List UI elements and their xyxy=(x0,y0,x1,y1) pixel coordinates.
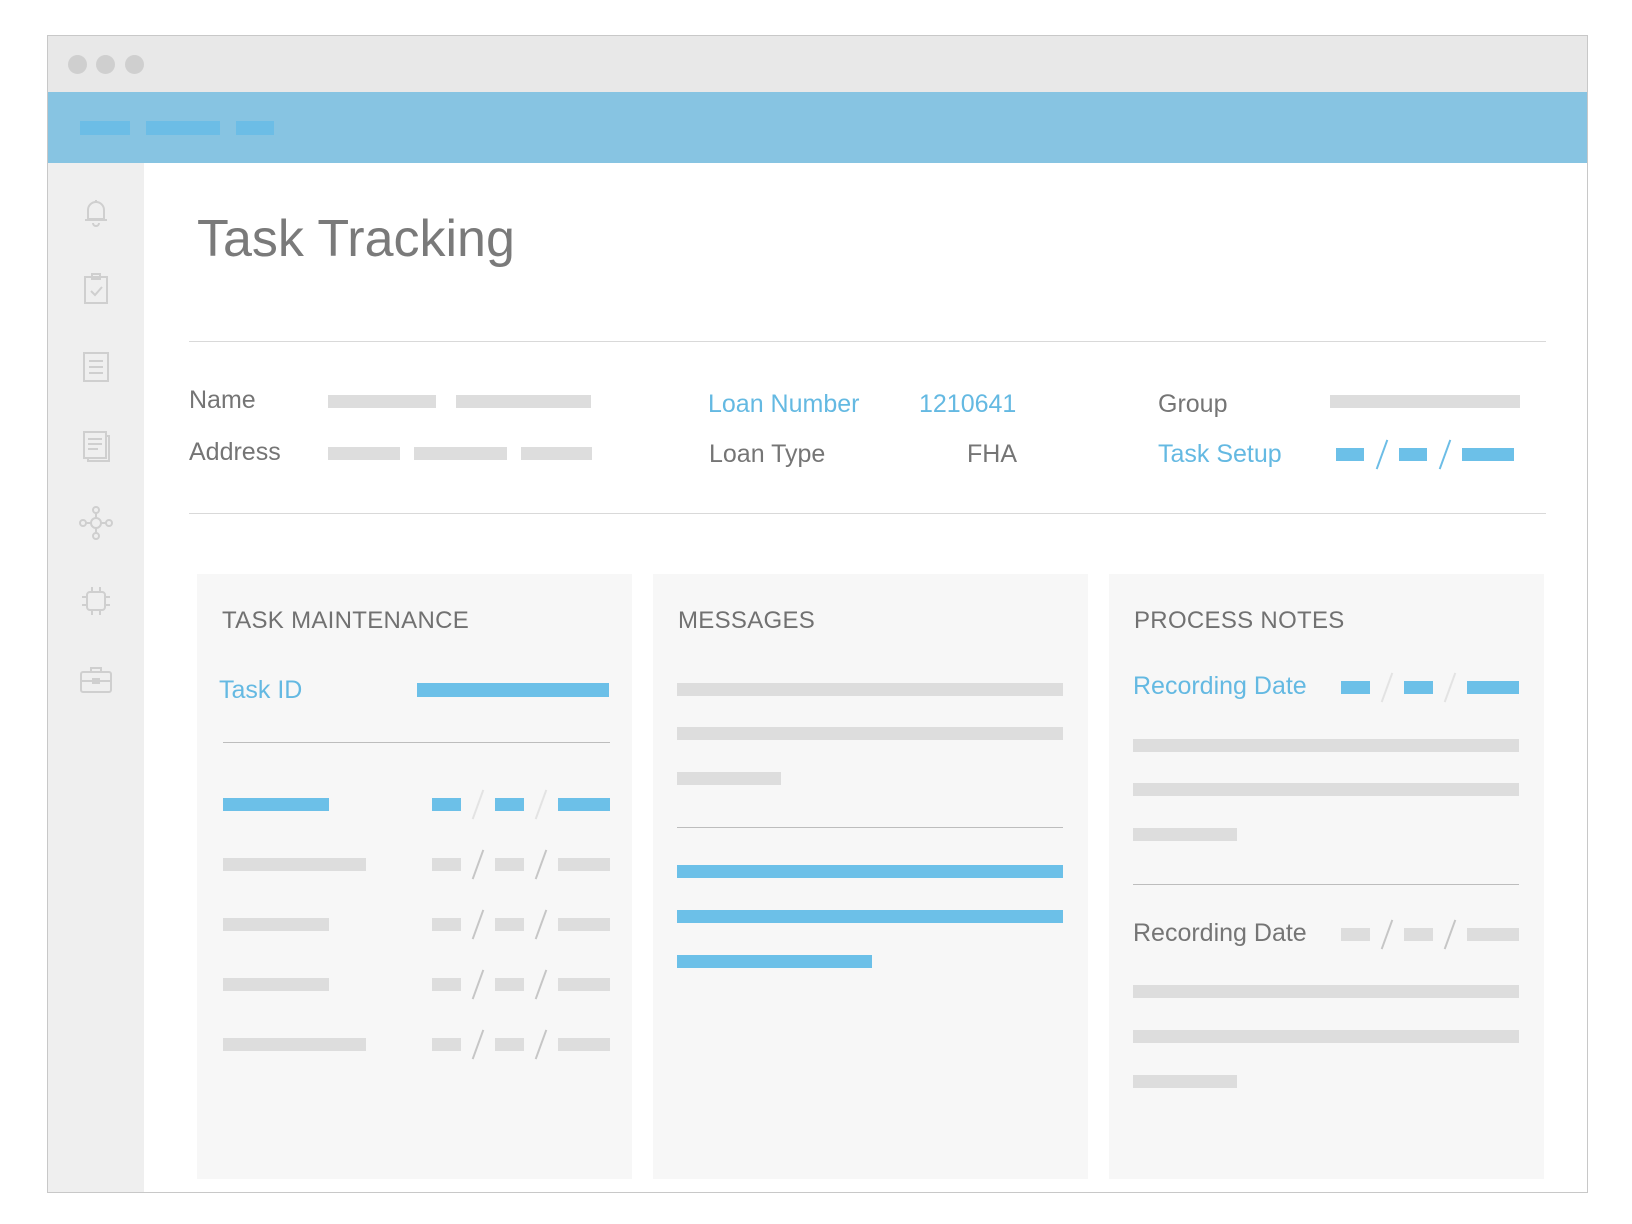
panel-title: PROCESS NOTES xyxy=(1134,607,1345,634)
window-maximize-button[interactable] xyxy=(125,55,144,74)
clipboard-check-icon[interactable] xyxy=(76,268,116,308)
chip-icon[interactable] xyxy=(76,581,116,621)
name-label: Name xyxy=(189,386,256,414)
task-id-link[interactable]: Task ID xyxy=(219,676,302,705)
window-minimize-button[interactable] xyxy=(96,55,115,74)
sidebar xyxy=(48,163,144,1192)
browser-window: Task Tracking Name Address Loan Number 1… xyxy=(47,35,1588,1193)
address-value-placeholder xyxy=(521,447,592,460)
panel-title: MESSAGES xyxy=(678,607,816,634)
window-close-button[interactable] xyxy=(68,55,87,74)
list-icon[interactable] xyxy=(76,346,116,386)
network-icon[interactable] xyxy=(76,503,116,543)
address-value-placeholder xyxy=(328,447,400,460)
loan-number-value[interactable]: 1210641 xyxy=(919,390,1016,419)
loan-number-link[interactable]: Loan Number xyxy=(708,390,859,419)
app-header-bar xyxy=(48,92,1587,163)
task-id-value-placeholder xyxy=(417,683,609,697)
page-title: Task Tracking xyxy=(197,210,515,268)
address-value-placeholder xyxy=(414,447,507,460)
info-divider xyxy=(189,513,1546,514)
name-value-placeholder xyxy=(456,395,591,408)
loan-type-value: FHA xyxy=(967,440,1017,468)
briefcase-icon[interactable] xyxy=(76,660,116,700)
recording-date-label: Recording Date xyxy=(1133,919,1307,947)
panel-divider xyxy=(677,827,1063,828)
nav-item-placeholder[interactable] xyxy=(146,121,220,135)
panel-divider xyxy=(223,742,610,743)
group-value-placeholder xyxy=(1330,395,1520,408)
title-divider xyxy=(189,341,1546,342)
group-label: Group xyxy=(1158,390,1228,418)
document-icon[interactable] xyxy=(76,425,116,465)
panel-divider xyxy=(1133,884,1519,885)
nav-item-placeholder[interactable] xyxy=(80,121,130,135)
main-content: Task Tracking Name Address Loan Number 1… xyxy=(144,163,1587,1192)
task-setup-link[interactable]: Task Setup xyxy=(1158,440,1282,469)
messages-panel: MESSAGES xyxy=(653,574,1088,1179)
process-notes-panel: PROCESS NOTES Recording Date Recording D… xyxy=(1109,574,1544,1179)
name-value-placeholder xyxy=(328,395,436,408)
panel-title: TASK MAINTENANCE xyxy=(222,607,470,634)
address-label: Address xyxy=(189,438,281,466)
recording-date-link[interactable]: Recording Date xyxy=(1133,672,1307,701)
window-titlebar xyxy=(48,36,1587,92)
task-maintenance-panel: TASK MAINTENANCE Task ID xyxy=(197,574,632,1179)
nav-item-placeholder[interactable] xyxy=(236,121,274,135)
bell-icon[interactable] xyxy=(76,192,116,232)
loan-type-label: Loan Type xyxy=(709,440,826,468)
